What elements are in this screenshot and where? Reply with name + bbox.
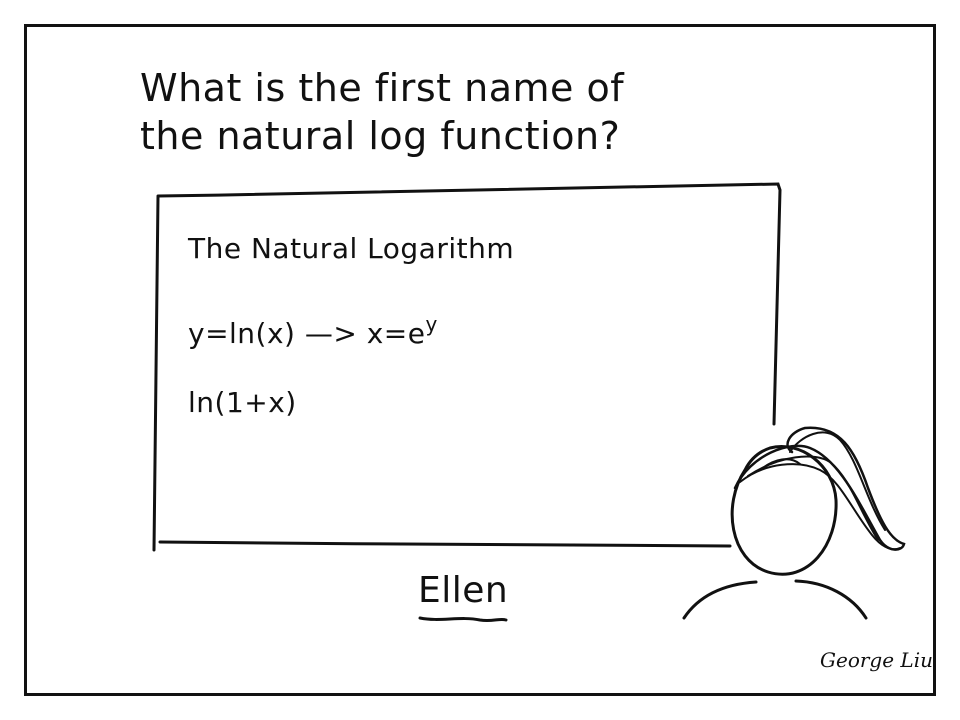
equation-main: y=ln(x) —> x=e	[188, 317, 426, 350]
person-shoulders	[682, 579, 868, 620]
person-illustration	[682, 426, 906, 620]
whiteboard-expression: ln(1+x)	[188, 386, 297, 419]
drawing-layer	[152, 182, 906, 623]
person-head	[730, 445, 838, 576]
equation-exponent: y	[425, 312, 438, 336]
caption-underline	[418, 616, 508, 623]
whiteboard-title: The Natural Logarithm	[188, 232, 515, 265]
person-hair	[733, 426, 906, 551]
whiteboard-equation: y=ln(x) —> x=ey	[188, 312, 438, 350]
artist-signature: George Liu	[820, 648, 933, 672]
caption-text: Ellen	[418, 570, 509, 611]
